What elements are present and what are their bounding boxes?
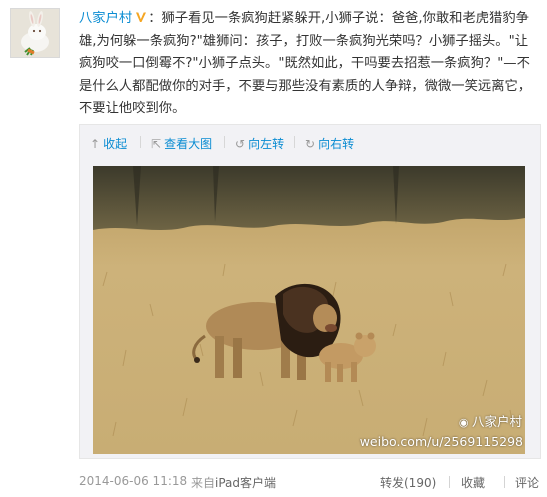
rotate-right-label: 向右转 [318, 137, 355, 151]
rotate-right-icon: ↻ [305, 137, 316, 151]
rotate-right-button[interactable]: ↻ 向右转 [305, 135, 354, 152]
comment-button[interactable]: 评论 [515, 474, 539, 491]
watermark-url: weibo.com/u/2569115298 [359, 434, 523, 449]
collapse-button[interactable]: ↑ 收起 [90, 135, 127, 152]
avatar[interactable] [10, 8, 60, 58]
favorite-button[interactable]: 收藏 [461, 474, 485, 491]
toolbar-divider [294, 136, 295, 148]
view-large-label: 查看大图 [164, 137, 213, 151]
post-photo[interactable]: ◉ 八家户村 weibo.com/u/2569115298 [93, 166, 525, 454]
media-box: ↑ 收起 ⇱ 查看大图 ↺ 向左转 ↻ 向右转 ◉ 八家户村 weibo.com… [79, 124, 541, 459]
rotate-left-icon: ↺ [235, 137, 246, 151]
footer-divider [504, 476, 505, 488]
watermark-name: ◉ 八家户村 [458, 414, 522, 429]
verified-v-badge-icon [136, 12, 147, 22]
post-body: 八家户村 ：狮子看见一条疯狗赶紧躲开,小狮子说：爸爸,你敢和老虎猎豹争雄,为何躲一… [79, 8, 539, 121]
rotate-left-label: 向左转 [248, 137, 285, 151]
author-colon: ： [148, 11, 162, 26]
post-text: 狮子看见一条疯狗赶紧躲开,小狮子说：爸爸,你敢和老虎猎豹争雄,为何躲一条疯狗?"… [79, 11, 532, 116]
view-large-button[interactable]: ⇱ 查看大图 [151, 135, 212, 152]
toolbar-divider [140, 136, 141, 148]
via-client-link[interactable]: iPad客户端 [215, 476, 276, 490]
enlarge-icon: ⇱ [151, 137, 162, 151]
weibo-logo-icon: ◉ [458, 416, 472, 429]
footer-divider [449, 476, 450, 488]
post-footer: 2014-06-06 11:18 来自iPad客户端 转发(190) 收藏 评论 [79, 474, 541, 490]
via-prefix: 来自 [191, 476, 216, 490]
collapse-arrow-icon: ↑ [90, 137, 101, 151]
post-source: 来自iPad客户端 [191, 474, 276, 491]
post-timestamp[interactable]: 2014-06-06 11:18 [79, 474, 187, 488]
author-name-link[interactable]: 八家户村 [79, 11, 132, 26]
rabbit-avatar-image [11, 9, 59, 57]
rotate-left-button[interactable]: ↺ 向左转 [235, 135, 284, 152]
collapse-label: 收起 [103, 137, 128, 151]
toolbar-divider [224, 136, 225, 148]
repost-button[interactable]: 转发(190) [380, 474, 436, 491]
